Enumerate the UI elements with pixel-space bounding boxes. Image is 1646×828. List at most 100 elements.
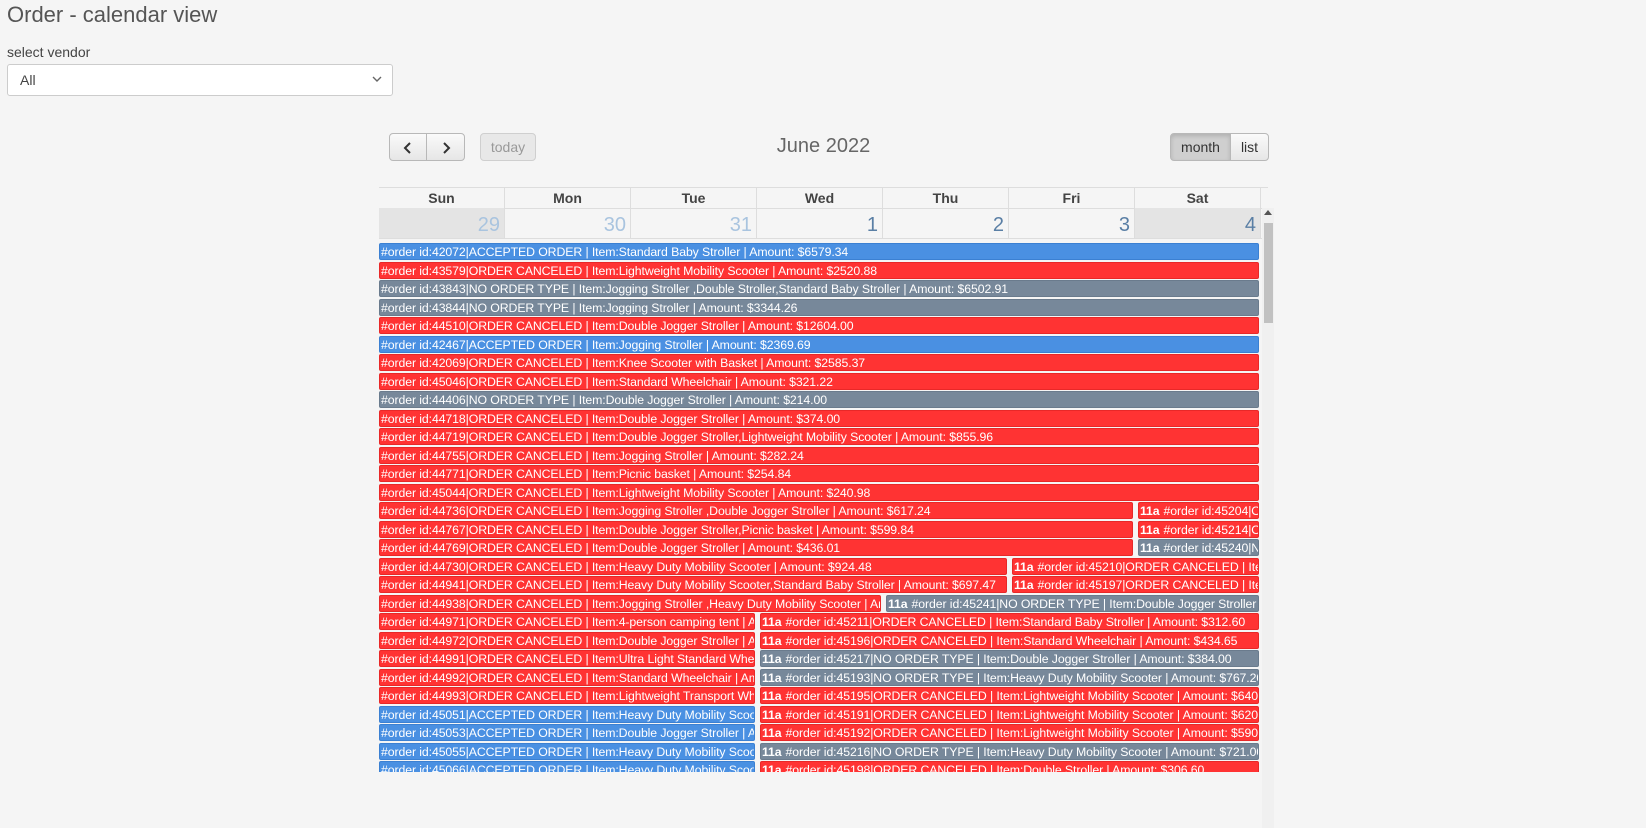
calendar-event[interactable]: #order id:43844|NO ORDER TYPE | Item:Jog… (379, 299, 1259, 316)
event-title: #order id:44510|ORDER CANCELED | Item:Do… (381, 319, 854, 333)
calendar-event[interactable]: 11a #order id:45211|ORDER CANCELED | Item… (760, 613, 1259, 630)
calendar-event[interactable]: #order id:45051|ACCEPTED ORDER | Item:He… (379, 706, 755, 723)
calendar-scrollbar[interactable] (1262, 208, 1274, 828)
event-title: #order id:45195|ORDER CANCELED | Item:Li… (785, 689, 1259, 703)
calendar-event[interactable]: 11a#order id:45214|ORDER CANCELED | Item… (1138, 521, 1259, 538)
event-title: #order id:44406|NO ORDER TYPE | Item:Dou… (381, 393, 827, 407)
event-title: #order id:44719|ORDER CANCELED | Item:Do… (381, 430, 993, 444)
weekday-header: Sun Mon Tue Wed Thu Fri Sat (379, 187, 1268, 209)
calendar-event[interactable]: #order id:44406|NO ORDER TYPE | Item:Dou… (379, 391, 1259, 408)
weekday-wed: Wed (757, 188, 883, 208)
calendar-event[interactable]: #order id:44718|ORDER CANCELED | Item:Do… (379, 410, 1259, 427)
calendar-event[interactable]: #order id:44938|ORDER CANCELED | Item:Jo… (379, 595, 881, 612)
event-title: #order id:44755|ORDER CANCELED | Item:Jo… (381, 449, 804, 463)
calendar-event[interactable]: #order id:44771|ORDER CANCELED | Item:Pi… (379, 465, 1259, 482)
event-title: #order id:44971|ORDER CANCELED | Item:4-… (381, 615, 754, 629)
calendar-event[interactable]: #order id:44993|ORDER CANCELED | Item:Li… (379, 687, 755, 704)
weekday-tue: Tue (631, 188, 757, 208)
day-cell[interactable]: 3 (1009, 208, 1135, 238)
calendar-event[interactable]: #order id:45046|ORDER CANCELED | Item:St… (379, 373, 1259, 390)
event-time: 11a (1140, 523, 1160, 537)
event-title: #order id:45051|ACCEPTED ORDER | Item:He… (381, 708, 754, 722)
event-title: #order id:44993|ORDER CANCELED | Item:Li… (381, 689, 755, 703)
calendar-event[interactable]: #order id:43579|ORDER CANCELED | Item:Li… (379, 262, 1259, 279)
calendar-event[interactable]: #order id:44769|ORDER CANCELED | Item:Do… (379, 539, 1133, 556)
calendar-event[interactable]: #order id:45044|ORDER CANCELED | Item:Li… (379, 484, 1259, 501)
weekday-fri: Fri (1009, 188, 1135, 208)
calendar-event[interactable]: #order id:42467|ACCEPTED ORDER | Item:Jo… (379, 336, 1259, 353)
event-time: 11a (888, 597, 908, 611)
event-title: #order id:44938|ORDER CANCELED | Item:Jo… (381, 597, 880, 611)
day-cell[interactable]: 30 (505, 208, 631, 238)
calendar-event[interactable]: #order id:44992|ORDER CANCELED | Item:St… (379, 669, 755, 686)
event-title: #order id:44730|ORDER CANCELED | Item:He… (381, 560, 872, 574)
weekday-thu: Thu (883, 188, 1009, 208)
calendar-event[interactable]: 11a #order id:45195|ORDER CANCELED | Item… (760, 687, 1259, 704)
month-view-button[interactable]: month (1170, 133, 1231, 161)
event-title: #order id:44941|ORDER CANCELED | Item:He… (381, 578, 996, 592)
calendar-event[interactable]: 11a #order id:45196|ORDER CANCELED | Item… (760, 632, 1259, 649)
event-title: #order id:45044|ORDER CANCELED | Item:Li… (381, 486, 871, 500)
calendar-event[interactable]: 11a #order id:45198|ORDER CANCELED | Item… (760, 761, 1259, 772)
day-cell[interactable]: 4 (1135, 208, 1261, 238)
scroll-up-arrow-icon[interactable] (1264, 210, 1272, 215)
event-title: #order id:42467|ACCEPTED ORDER | Item:Jo… (381, 338, 811, 352)
event-title: #order id:44992|ORDER CANCELED | Item:St… (381, 671, 754, 685)
event-title: #order id:45210|ORDER CANCELED | Item:St… (1037, 560, 1258, 574)
calendar-event[interactable]: #order id:44991|ORDER CANCELED | Item:Ul… (379, 650, 755, 667)
day-cell[interactable]: 2 (883, 208, 1009, 238)
event-time: 11a (762, 708, 782, 722)
event-time: 11a (1140, 504, 1160, 518)
calendar-event[interactable]: 11a#order id:45210|ORDER CANCELED | Item… (1012, 558, 1259, 575)
calendar-event[interactable]: #order id:44767|ORDER CANCELED | Item:Do… (379, 521, 1133, 538)
event-time: 11a (1014, 578, 1034, 592)
calendar-event[interactable]: #order id:44719|ORDER CANCELED | Item:Do… (379, 428, 1259, 445)
calendar-event[interactable]: 11a#order id:45197|ORDER CANCELED | Item… (1012, 576, 1259, 593)
calendar-event[interactable]: 11a #order id:45193|NO ORDER TYPE | Item:… (760, 669, 1259, 686)
vendor-select[interactable]: All (7, 64, 393, 96)
weekday-mon: Mon (505, 188, 631, 208)
event-title: #order id:45240|NO ORDER TYPE | Item:Dou… (1163, 541, 1258, 555)
event-title: #order id:45214|ORDER CANCELED | Item:St… (1163, 523, 1259, 537)
calendar-event[interactable]: 11a #order id:45191|ORDER CANCELED | Item… (760, 706, 1259, 723)
event-time: 11a (762, 634, 782, 648)
calendar-event[interactable]: 11a#order id:45240|NO ORDER TYPE | Item:… (1138, 539, 1259, 556)
calendar-event[interactable]: #order id:45055|ACCEPTED ORDER | Item:He… (379, 743, 755, 760)
day-cell[interactable]: 29 (379, 208, 505, 238)
calendar-event[interactable]: 11a#order id:45204|ORDER CANCELED | Item… (1138, 502, 1259, 519)
event-title: #order id:45216|NO ORDER TYPE | Item:Hea… (785, 745, 1259, 759)
event-title: #order id:43843|NO ORDER TYPE | Item:Jog… (381, 282, 1008, 296)
calendar-event[interactable]: 11a #order id:45216|NO ORDER TYPE | Item:… (760, 743, 1259, 760)
event-title: #order id:45204|ORDER CANCELED | Item:St… (1163, 504, 1259, 518)
event-title: #order id:43579|ORDER CANCELED | Item:Li… (381, 264, 877, 278)
vendor-select-value: All (20, 72, 36, 88)
calendar-event[interactable]: #order id:44972|ORDER CANCELED | Item:Do… (379, 632, 755, 649)
event-time: 11a (762, 763, 782, 772)
calendar-event[interactable]: #order id:45066|ACCEPTED ORDER | Item:He… (379, 761, 755, 772)
scrollbar-thumb[interactable] (1264, 223, 1273, 323)
event-title: #order id:45046|ORDER CANCELED | Item:St… (381, 375, 833, 389)
event-title: #order id:45055|ACCEPTED ORDER | Item:He… (381, 745, 754, 759)
event-title: #order id:45198|ORDER CANCELED | Item:Do… (785, 763, 1205, 772)
calendar-event[interactable]: 11a #order id:45241|NO ORDER TYPE | Item:… (886, 595, 1259, 612)
day-cell[interactable]: 1 (757, 208, 883, 238)
event-time: 11a (762, 689, 782, 703)
calendar-event[interactable]: 11a #order id:45192|ORDER CANCELED | Item… (760, 724, 1259, 741)
vendor-label: select vendor (7, 44, 91, 60)
calendar-event[interactable]: #order id:44941|ORDER CANCELED | Item:He… (379, 576, 1007, 593)
calendar-event[interactable]: #order id:44971|ORDER CANCELED | Item:4-… (379, 613, 755, 630)
calendar-event[interactable]: 11a #order id:45217|NO ORDER TYPE | Item:… (760, 650, 1259, 667)
calendar-event[interactable]: #order id:44736|ORDER CANCELED | Item:Jo… (379, 502, 1133, 519)
list-view-button[interactable]: list (1230, 133, 1269, 161)
calendar-event[interactable]: #order id:45053|ACCEPTED ORDER | Item:Do… (379, 724, 755, 741)
calendar-event[interactable]: #order id:44755|ORDER CANCELED | Item:Jo… (379, 447, 1259, 464)
event-time: 11a (1014, 560, 1034, 574)
day-cell[interactable]: 31 (631, 208, 757, 238)
calendar-event[interactable]: #order id:44510|ORDER CANCELED | Item:Do… (379, 317, 1259, 334)
calendar-event[interactable]: #order id:42069|ORDER CANCELED | Item:Kn… (379, 354, 1259, 371)
event-title: #order id:45211|ORDER CANCELED | Item:St… (785, 615, 1246, 629)
calendar-event[interactable]: #order id:43843|NO ORDER TYPE | Item:Jog… (379, 280, 1259, 297)
calendar-event[interactable]: #order id:44730|ORDER CANCELED | Item:He… (379, 558, 1007, 575)
calendar-event[interactable]: #order id:42072|ACCEPTED ORDER | Item:St… (379, 243, 1259, 260)
event-title: #order id:45066|ACCEPTED ORDER | Item:He… (381, 763, 754, 772)
